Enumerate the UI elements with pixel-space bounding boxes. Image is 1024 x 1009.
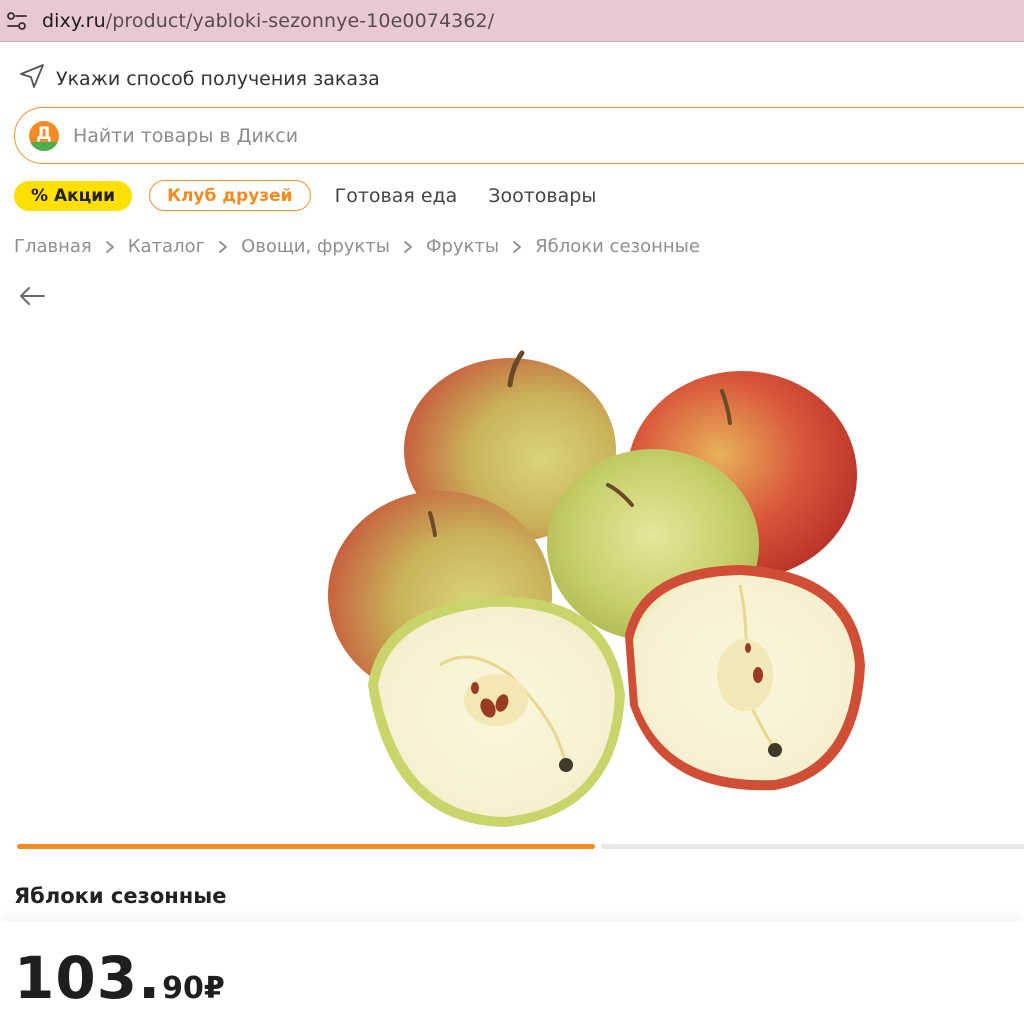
gallery-slide-indicator[interactable] xyxy=(601,844,1024,849)
promo-chip[interactable]: % Акции xyxy=(14,180,133,211)
nav-link-ready-food[interactable]: Готовая еда xyxy=(335,185,458,207)
chevron-right-icon xyxy=(403,240,413,254)
price-separator: . xyxy=(138,944,161,1009)
nav-link-pet-goods[interactable]: Зоотовары xyxy=(488,185,596,207)
apple-half-right xyxy=(625,565,865,791)
price-panel: 103 . 90 ₽ xyxy=(0,922,1024,1009)
apple-half-left xyxy=(368,596,625,827)
product-price: 103 . 90 ₽ xyxy=(14,944,225,1009)
browser-address-bar[interactable]: dixy.ru/product/yabloki-sezonnye-10e0074… xyxy=(0,0,1024,42)
dixy-logo-icon: Д xyxy=(29,120,59,151)
category-nav: % Акции Клуб друзей Готовая еда Зоотовар… xyxy=(14,180,596,211)
url-text[interactable]: dixy.ru/product/yabloki-sezonnye-10e0074… xyxy=(42,10,494,32)
price-fraction: 90 xyxy=(162,971,204,1006)
chevron-right-icon xyxy=(105,240,115,254)
breadcrumb-current: Яблоки сезонные xyxy=(535,236,700,257)
delivery-method-label: Укажи способ получения заказа xyxy=(56,67,380,90)
chevron-right-icon xyxy=(512,240,522,254)
location-arrow-icon xyxy=(18,62,46,95)
search-bar[interactable]: Д xyxy=(14,107,1024,164)
site-settings-icon[interactable] xyxy=(0,4,34,38)
breadcrumb: Главная Каталог Овощи, фрукты Фрукты Ябл… xyxy=(14,236,700,257)
product-title: Яблоки сезонные xyxy=(14,884,227,908)
back-button[interactable] xyxy=(17,283,47,309)
url-host: dixy.ru xyxy=(42,9,106,32)
product-image[interactable] xyxy=(320,345,880,835)
url-path: /product/yabloki-sezonnye-10e0074362/ xyxy=(105,9,495,32)
arrow-left-icon xyxy=(20,287,45,305)
currency-symbol: ₽ xyxy=(203,971,225,1006)
gallery-slide-indicator-active[interactable] xyxy=(17,844,595,849)
breadcrumb-vegetables-fruits[interactable]: Овощи, фрукты xyxy=(241,236,390,257)
gallery-progress xyxy=(17,844,1024,849)
search-input[interactable] xyxy=(73,124,673,147)
friends-club-chip[interactable]: Клуб друзей xyxy=(149,180,311,211)
breadcrumb-fruits[interactable]: Фрукты xyxy=(426,236,499,257)
breadcrumb-home[interactable]: Главная xyxy=(14,236,92,257)
delivery-method-selector[interactable]: Укажи способ получения заказа xyxy=(18,62,380,95)
logo-letter: Д xyxy=(36,124,52,144)
breadcrumb-catalog[interactable]: Каталог xyxy=(128,236,205,257)
chevron-right-icon xyxy=(218,240,228,254)
price-integer: 103 xyxy=(14,944,139,1009)
